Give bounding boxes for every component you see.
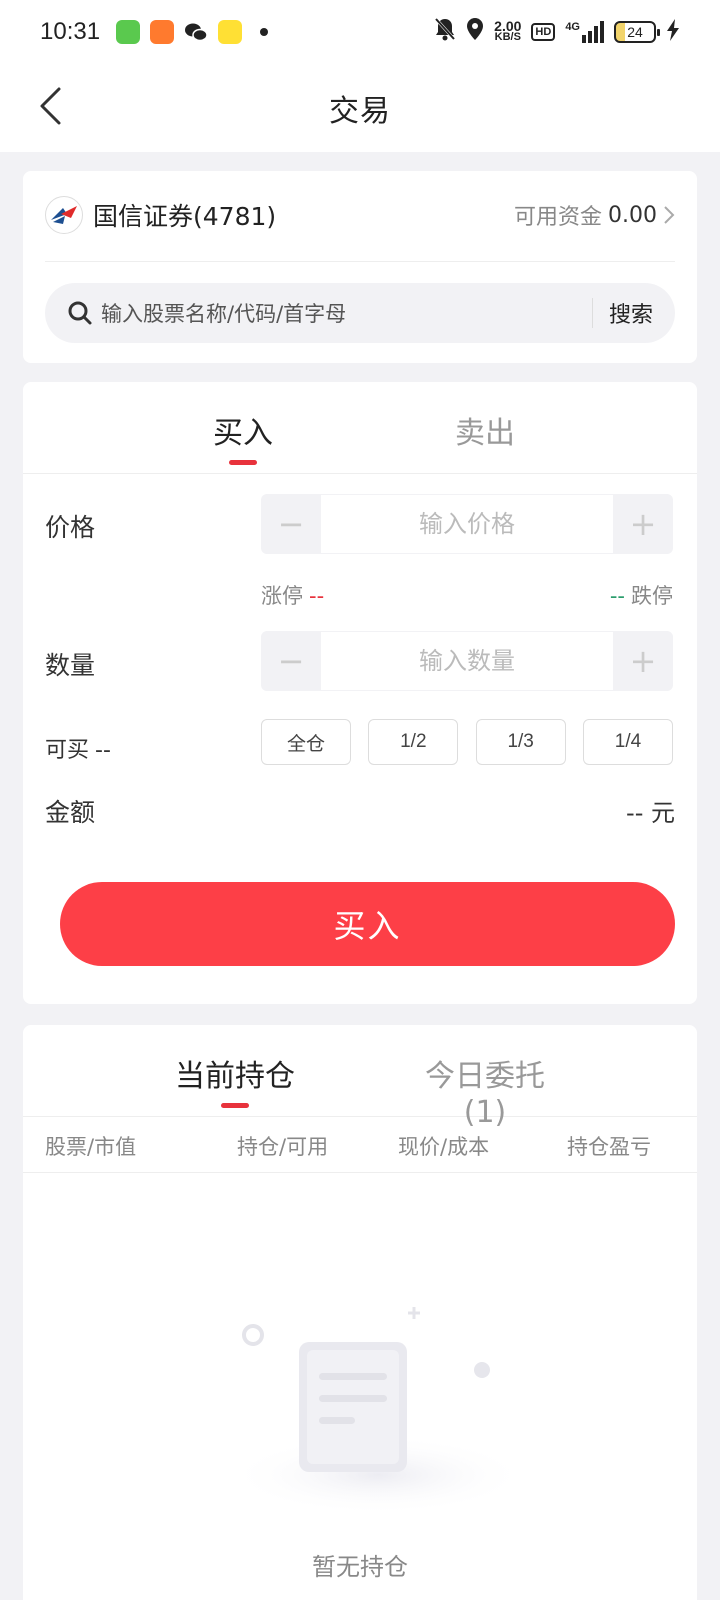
network-speed-unit: KB/S	[494, 31, 521, 43]
price-decrease-button[interactable]: −	[261, 494, 321, 554]
limit-down: -- 跌停	[610, 580, 673, 610]
holdings-column-headers: 股票/市值 持仓/可用 现价/成本 持仓盈亏	[23, 1117, 697, 1173]
can-buy-value: --	[95, 738, 111, 763]
quantity-increase-button[interactable]: +	[613, 631, 673, 691]
price-label: 价格	[45, 513, 96, 542]
tab-current-positions[interactable]: 当前持仓	[163, 1051, 307, 1108]
status-time: 10:31	[40, 18, 101, 45]
battery-icon: 24	[614, 21, 660, 43]
status-bar: 10:31 2.00 KB/S HD 4G 24	[0, 0, 720, 64]
limit-up: 涨停 --	[261, 580, 324, 610]
more-notifications-dot-icon	[260, 28, 269, 36]
broker-logo-icon	[45, 196, 83, 234]
account-card: 国信证券(4781) 可用资金 0.00 输入股票名称/代码/首字母 搜索	[23, 171, 697, 363]
cell-signal: 4G	[565, 21, 604, 43]
mute-bell-icon	[434, 17, 456, 47]
wechat-icon	[184, 20, 208, 44]
quantity-label: 数量	[45, 651, 96, 680]
tab-buy-label: 买入	[213, 416, 273, 451]
search-button[interactable]: 搜索	[609, 297, 653, 329]
charging-bolt-icon	[666, 18, 680, 46]
price-increase-button[interactable]: +	[613, 494, 673, 554]
can-buy: 可买 --	[45, 732, 111, 764]
network-type: 4G	[565, 21, 580, 33]
search-icon	[68, 301, 92, 325]
holdings-card: 当前持仓 今日委托(1) 股票/市值 持仓/可用 现价/成本 持仓盈亏 暂无持仓	[23, 1025, 697, 1600]
column-position-available: 持仓/可用	[237, 1135, 329, 1159]
quantity-stepper: − 输入数量 +	[261, 631, 673, 691]
notification-icons	[116, 20, 269, 44]
empty-state-text: 暂无持仓	[312, 1553, 408, 1581]
quantity-input[interactable]: 输入数量	[321, 631, 613, 691]
network-speed: 2.00 KB/S	[494, 19, 521, 43]
available-funds[interactable]: 可用资金 0.00	[514, 199, 675, 231]
tab-buy[interactable]: 买入	[173, 408, 313, 465]
limit-down-label: 跌停	[631, 584, 673, 608]
app-header: 交易	[0, 64, 720, 152]
limit-up-value: --	[309, 584, 325, 608]
search-input[interactable]: 输入股票名称/代码/首字母	[101, 298, 592, 328]
active-tab-underline	[229, 460, 257, 465]
status-right: 2.00 KB/S HD 4G 24	[434, 17, 680, 47]
column-price-cost: 现价/成本	[398, 1135, 490, 1159]
amount-value: -- 元	[626, 799, 675, 827]
available-funds-value: 0.00	[608, 202, 657, 228]
can-buy-label: 可买	[45, 738, 90, 763]
battery-level: 24	[627, 24, 643, 40]
trade-tabs: 买入 卖出	[23, 382, 697, 474]
trade-card: 买入 卖出 价格 − 输入价格 + 涨停 -- -- 跌停 数量 − 输入数量 + …	[23, 382, 697, 1004]
ratio-third-button[interactable]: 1/3	[475, 719, 566, 765]
page-title: 交易	[329, 94, 391, 129]
broker-name: 国信证券(4781)	[93, 202, 277, 231]
broker-row[interactable]: 国信证券(4781) 可用资金 0.00	[45, 193, 675, 237]
chevron-left-icon	[40, 87, 61, 125]
position-ratio-buttons: 全仓 1/2 1/3 1/4	[261, 719, 673, 765]
search-separator	[591, 298, 593, 328]
messages-app-icon	[116, 20, 141, 44]
shopping-app-icon	[150, 20, 175, 44]
buy-submit-button[interactable]: 买入	[60, 882, 675, 966]
signal-bars-icon	[582, 21, 604, 43]
chevron-right-icon	[664, 206, 675, 224]
column-position-pnl: 持仓盈亏	[567, 1135, 651, 1159]
hd-badge: HD	[531, 23, 556, 41]
price-input[interactable]: 输入价格	[321, 494, 613, 554]
limit-prices: 涨停 -- -- 跌停	[261, 580, 673, 610]
column-stock-market-value: 股票/市值	[45, 1135, 137, 1159]
amount-label: 金额	[45, 798, 96, 827]
tab-current-positions-label: 当前持仓	[175, 1059, 295, 1094]
tab-sell-label: 卖出	[455, 416, 515, 451]
tab-sell[interactable]: 卖出	[415, 408, 555, 452]
ratio-full-button[interactable]: 全仓	[261, 719, 351, 765]
price-stepper: − 输入价格 +	[261, 494, 673, 554]
holdings-tabs: 当前持仓 今日委托(1)	[23, 1025, 697, 1130]
limit-down-value: --	[609, 584, 625, 608]
ratio-quarter-button[interactable]: 1/4	[582, 719, 673, 765]
empty-document-icon	[228, 1307, 528, 1515]
divider	[45, 261, 675, 262]
game-app-icon	[218, 20, 243, 44]
ratio-half-button[interactable]: 1/2	[368, 719, 459, 765]
quantity-decrease-button[interactable]: −	[261, 631, 321, 691]
available-funds-label: 可用资金	[514, 205, 603, 230]
limit-up-label: 涨停	[261, 584, 303, 608]
stock-search-bar[interactable]: 输入股票名称/代码/首字母 搜索	[45, 283, 675, 343]
location-icon	[466, 17, 484, 47]
active-tab-underline	[221, 1103, 249, 1108]
back-button[interactable]	[30, 84, 70, 128]
